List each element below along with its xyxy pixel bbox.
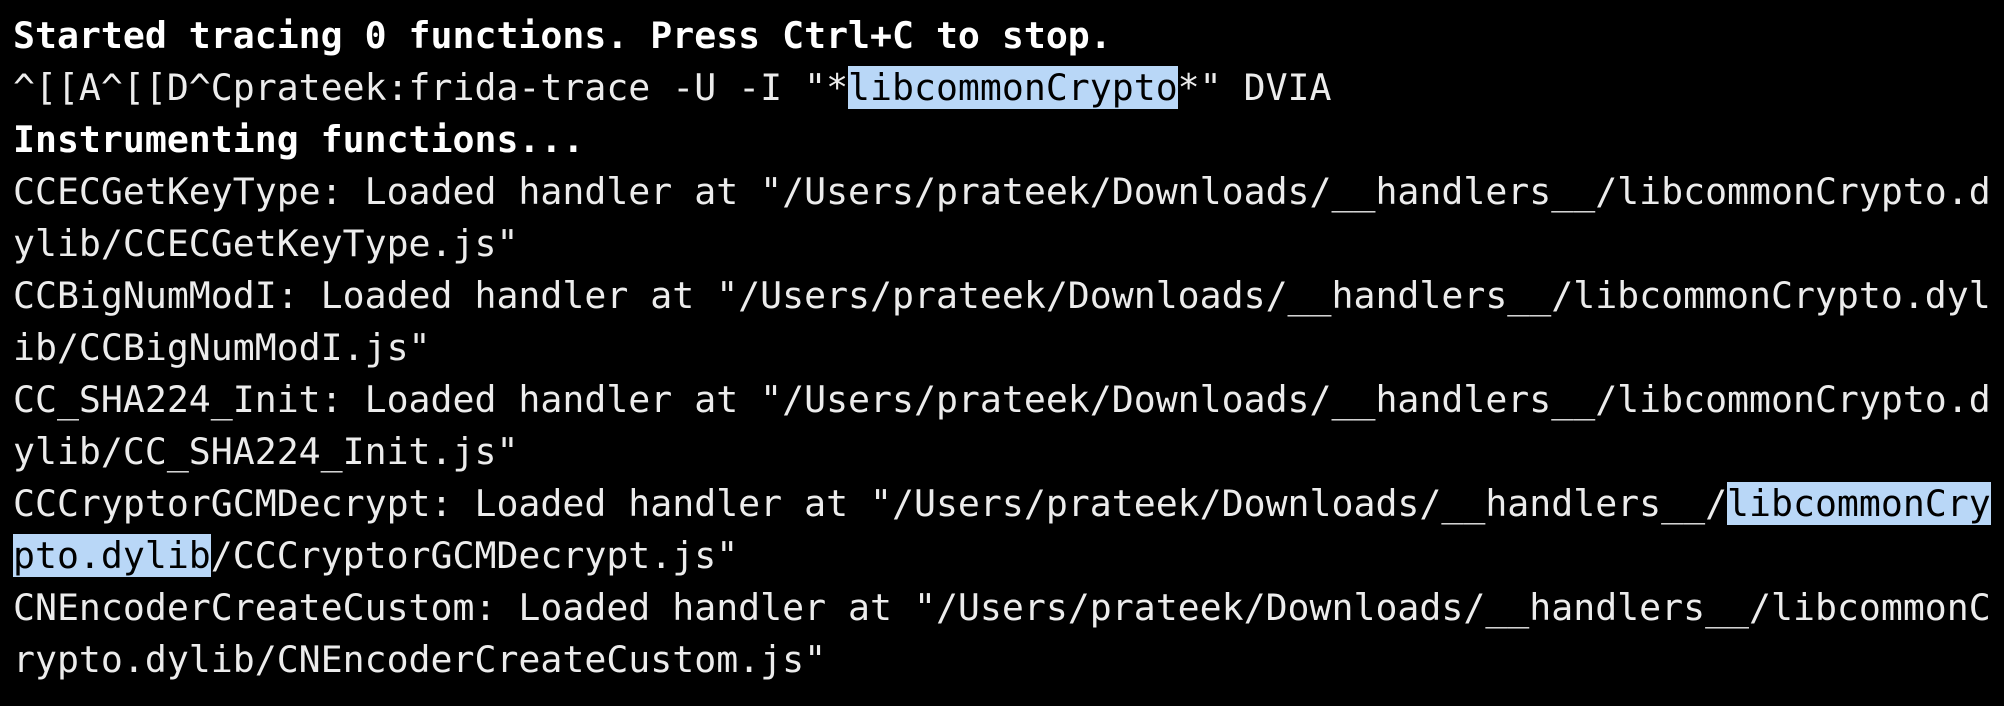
terminal-line: Started tracing 0 functions. Press Ctrl+… bbox=[13, 14, 1112, 57]
command-text: ^[[A^[[D^Cprateek:frida-trace -U -I "* bbox=[13, 66, 849, 109]
terminal-line: CCBigNumModI: Loaded handler at "/Users/… bbox=[13, 274, 1991, 317]
terminal-window[interactable]: Started tracing 0 functions. Press Ctrl+… bbox=[0, 0, 2004, 706]
terminal-command-line: ^[[A^[[D^Cprateek:frida-trace -U -I "*li… bbox=[13, 62, 1332, 114]
terminal-line: ib/CCBigNumModI.js" bbox=[13, 326, 431, 369]
output-text: /CCCryptorGCMDecrypt.js" bbox=[210, 534, 739, 577]
selected-text: libcommonCry bbox=[1727, 482, 1991, 525]
output-text: CCCryptorGCMDecrypt: Loaded handler at "… bbox=[13, 482, 1728, 525]
terminal-line: ylib/CC_SHA224_Init.js" bbox=[13, 430, 519, 473]
terminal-line: rypto.dylib/CNEncoderCreateCustom.js" bbox=[13, 638, 827, 681]
selected-text: pto.dylib bbox=[13, 534, 211, 577]
terminal-line: CCCryptorGCMDecrypt: Loaded handler at "… bbox=[13, 478, 1991, 530]
terminal-line: ylib/CCECGetKeyType.js" bbox=[13, 222, 519, 265]
command-text: *" DVIA bbox=[1177, 66, 1332, 109]
terminal-line: CCECGetKeyType: Loaded handler at "/User… bbox=[13, 170, 1991, 213]
terminal-line: pto.dylib/CCCryptorGCMDecrypt.js" bbox=[13, 530, 738, 582]
terminal-line: CNEncoderCreateCustom: Loaded handler at… bbox=[13, 586, 1991, 629]
selected-text: libcommonCrypto bbox=[848, 66, 1178, 109]
terminal-line: Instrumenting functions... bbox=[13, 118, 585, 161]
terminal-line: CC_SHA224_Init: Loaded handler at "/User… bbox=[13, 378, 1991, 421]
